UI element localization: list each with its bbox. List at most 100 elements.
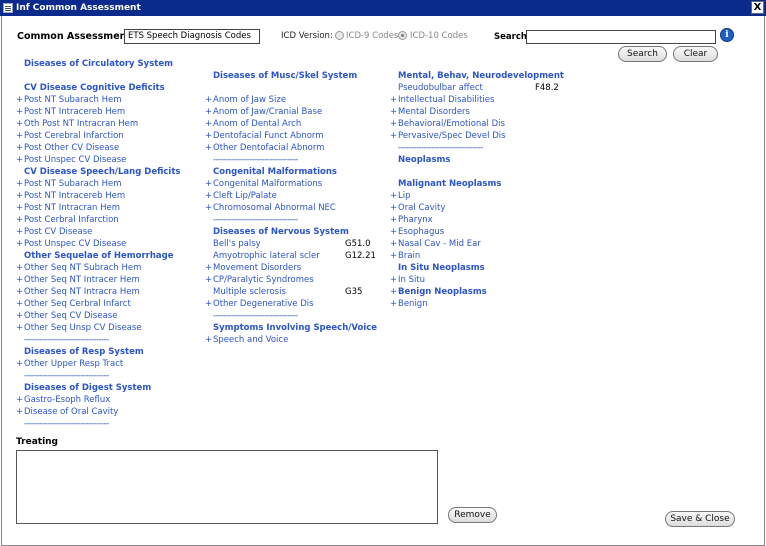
expandable-category[interactable]: +Intellectual Disabilities bbox=[390, 94, 564, 106]
expand-plus-icon[interactable]: + bbox=[16, 130, 24, 142]
expand-plus-icon[interactable]: + bbox=[205, 190, 213, 202]
expandable-category[interactable]: +CP/Paralytic Syndromes bbox=[205, 274, 377, 286]
expandable-category[interactable]: +Other Upper Resp Tract bbox=[16, 358, 180, 370]
treating-list[interactable] bbox=[16, 450, 438, 524]
expandable-category[interactable]: +Other Seq Cerbral Infarct bbox=[16, 298, 180, 310]
expand-plus-icon[interactable]: + bbox=[390, 250, 398, 262]
expandable-category[interactable]: +Post Unspec CV Disease bbox=[16, 238, 180, 250]
diagnosis-item[interactable]: Bell's palsy G51.0 bbox=[205, 238, 377, 250]
common-assessments-select[interactable]: ETS Speech Diagnosis Codes bbox=[124, 29, 260, 44]
expand-plus-icon[interactable]: + bbox=[16, 358, 24, 370]
expandable-category[interactable]: +In Situ bbox=[390, 274, 564, 286]
expandable-category[interactable]: +Post NT Intracereb Hem bbox=[16, 106, 180, 118]
expandable-category[interactable]: +Post Cerbral Infarction bbox=[16, 214, 180, 226]
diagnosis-item[interactable]: Amyotrophic lateral scler G12.21 bbox=[205, 250, 377, 262]
expand-plus-icon[interactable]: + bbox=[205, 298, 213, 310]
expandable-category[interactable]: +Dentofacial Funct Abnorm bbox=[205, 130, 377, 142]
expandable-category[interactable]: +Movement Disorders bbox=[205, 262, 377, 274]
diagnosis-item[interactable]: Multiple sclerosis G35 bbox=[205, 286, 377, 298]
expand-plus-icon[interactable]: + bbox=[390, 274, 398, 286]
expand-plus-icon[interactable]: + bbox=[16, 322, 24, 334]
icd9-radio[interactable] bbox=[335, 31, 344, 40]
expandable-category[interactable]: +Other Seq CV Disease bbox=[16, 310, 180, 322]
expand-plus-icon[interactable]: + bbox=[390, 214, 398, 226]
expandable-category[interactable]: +Anom of Dental Arch bbox=[205, 118, 377, 130]
expandable-category[interactable]: +Post NT Intracran Hem bbox=[16, 202, 180, 214]
expandable-category[interactable]: +Other Dentofacial Abnorm bbox=[205, 142, 377, 154]
expandable-category[interactable]: +Mental Disorders bbox=[390, 106, 564, 118]
expand-plus-icon[interactable]: + bbox=[205, 118, 213, 130]
search-input[interactable] bbox=[526, 30, 716, 44]
expandable-category[interactable]: +Post Other CV Disease bbox=[16, 142, 180, 154]
expand-plus-icon[interactable]: + bbox=[390, 94, 398, 106]
expand-plus-icon[interactable]: + bbox=[390, 286, 398, 298]
expand-plus-icon[interactable]: + bbox=[205, 202, 213, 214]
search-button[interactable]: Search bbox=[618, 46, 667, 62]
expand-plus-icon[interactable]: + bbox=[16, 394, 24, 406]
expand-plus-icon[interactable]: + bbox=[16, 298, 24, 310]
icd10-radio[interactable] bbox=[398, 31, 407, 40]
expand-plus-icon[interactable]: + bbox=[16, 142, 24, 154]
expandable-category[interactable]: +Chromosomal Abnormal NEC bbox=[205, 202, 377, 214]
remove-button[interactable]: Remove bbox=[448, 507, 497, 523]
expand-plus-icon[interactable]: + bbox=[16, 118, 24, 130]
expandable-category[interactable]: +Post NT Subarach Hem bbox=[16, 178, 180, 190]
expandable-category[interactable]: +Other Seq NT Intracer Hem bbox=[16, 274, 180, 286]
expandable-category[interactable]: +Other Degenerative Dis bbox=[205, 298, 377, 310]
expandable-category[interactable]: +Post NT Intracereb Hem bbox=[16, 190, 180, 202]
expand-plus-icon[interactable]: + bbox=[16, 106, 24, 118]
expand-plus-icon[interactable]: + bbox=[16, 154, 24, 166]
expand-plus-icon[interactable]: + bbox=[205, 94, 213, 106]
expandable-category[interactable]: +Post Cerebral Infarction bbox=[16, 130, 180, 142]
expand-plus-icon[interactable]: + bbox=[16, 238, 24, 250]
expandable-category[interactable]: +Other Seq NT Subrach Hem bbox=[16, 262, 180, 274]
clear-button[interactable]: Clear bbox=[673, 46, 718, 62]
expandable-category[interactable]: +Nasal Cav - Mid Ear bbox=[390, 238, 564, 250]
expandable-category[interactable]: +Anom of Jaw Size bbox=[205, 94, 377, 106]
expand-plus-icon[interactable]: + bbox=[390, 298, 398, 310]
expandable-category[interactable]: +Congenital Malformations bbox=[205, 178, 377, 190]
expand-plus-icon[interactable]: + bbox=[205, 334, 213, 346]
expandable-category[interactable]: +Speech and Voice bbox=[205, 334, 377, 346]
expand-plus-icon[interactable]: + bbox=[16, 262, 24, 274]
expand-plus-icon[interactable]: + bbox=[16, 178, 24, 190]
expand-plus-icon[interactable]: + bbox=[16, 202, 24, 214]
expandable-category[interactable]: +Lip bbox=[390, 190, 564, 202]
expand-plus-icon[interactable]: + bbox=[205, 262, 213, 274]
expandable-category[interactable]: +Esophagus bbox=[390, 226, 564, 238]
expandable-category[interactable]: +Pharynx bbox=[390, 214, 564, 226]
expand-plus-icon[interactable]: + bbox=[390, 226, 398, 238]
expandable-category[interactable]: +Behavioral/Emotional Dis bbox=[390, 118, 564, 130]
expandable-category[interactable]: +Gastro-Esoph Reflux bbox=[16, 394, 180, 406]
save-close-button[interactable]: Save & Close bbox=[665, 511, 735, 527]
expand-plus-icon[interactable]: + bbox=[16, 286, 24, 298]
expand-plus-icon[interactable]: + bbox=[16, 94, 24, 106]
expand-plus-icon[interactable]: + bbox=[16, 274, 24, 286]
expand-plus-icon[interactable]: + bbox=[390, 106, 398, 118]
expandable-category[interactable]: +Post CV Disease bbox=[16, 226, 180, 238]
expandable-category[interactable]: +Anom of Jaw/Cranial Base bbox=[205, 106, 377, 118]
expandable-category[interactable]: +Benign bbox=[390, 298, 564, 310]
expand-plus-icon[interactable]: + bbox=[205, 130, 213, 142]
expand-plus-icon[interactable]: + bbox=[205, 106, 213, 118]
expandable-category[interactable]: +Post Unspec CV Disease bbox=[16, 154, 180, 166]
expand-plus-icon[interactable]: + bbox=[205, 178, 213, 190]
expandable-category[interactable]: +Oral Cavity bbox=[390, 202, 564, 214]
diagnosis-item[interactable]: Pseudobulbar affect F48.2 bbox=[390, 82, 564, 94]
info-icon[interactable]: i bbox=[720, 28, 734, 42]
close-button[interactable]: X bbox=[751, 1, 764, 14]
expand-plus-icon[interactable]: + bbox=[205, 274, 213, 286]
expand-plus-icon[interactable]: + bbox=[16, 214, 24, 226]
expand-plus-icon[interactable]: + bbox=[390, 190, 398, 202]
expandable-category[interactable]: +Other Seq Unsp CV Disease bbox=[16, 322, 180, 334]
expandable-category[interactable]: +Pervasive/Spec Devel Dis bbox=[390, 130, 564, 142]
expandable-category[interactable]: +Cleft Lip/Palate bbox=[205, 190, 377, 202]
expand-plus-icon[interactable]: + bbox=[390, 202, 398, 214]
expand-plus-icon[interactable]: + bbox=[16, 226, 24, 238]
expandable-category[interactable]: +Other Seq NT Intracra Hem bbox=[16, 286, 180, 298]
expand-plus-icon[interactable]: + bbox=[205, 142, 213, 154]
expand-plus-icon[interactable]: + bbox=[16, 190, 24, 202]
expandable-category[interactable]: +Oth Post NT Intracran Hem bbox=[16, 118, 180, 130]
expand-plus-icon[interactable]: + bbox=[16, 406, 24, 418]
expand-plus-icon[interactable]: + bbox=[390, 118, 398, 130]
